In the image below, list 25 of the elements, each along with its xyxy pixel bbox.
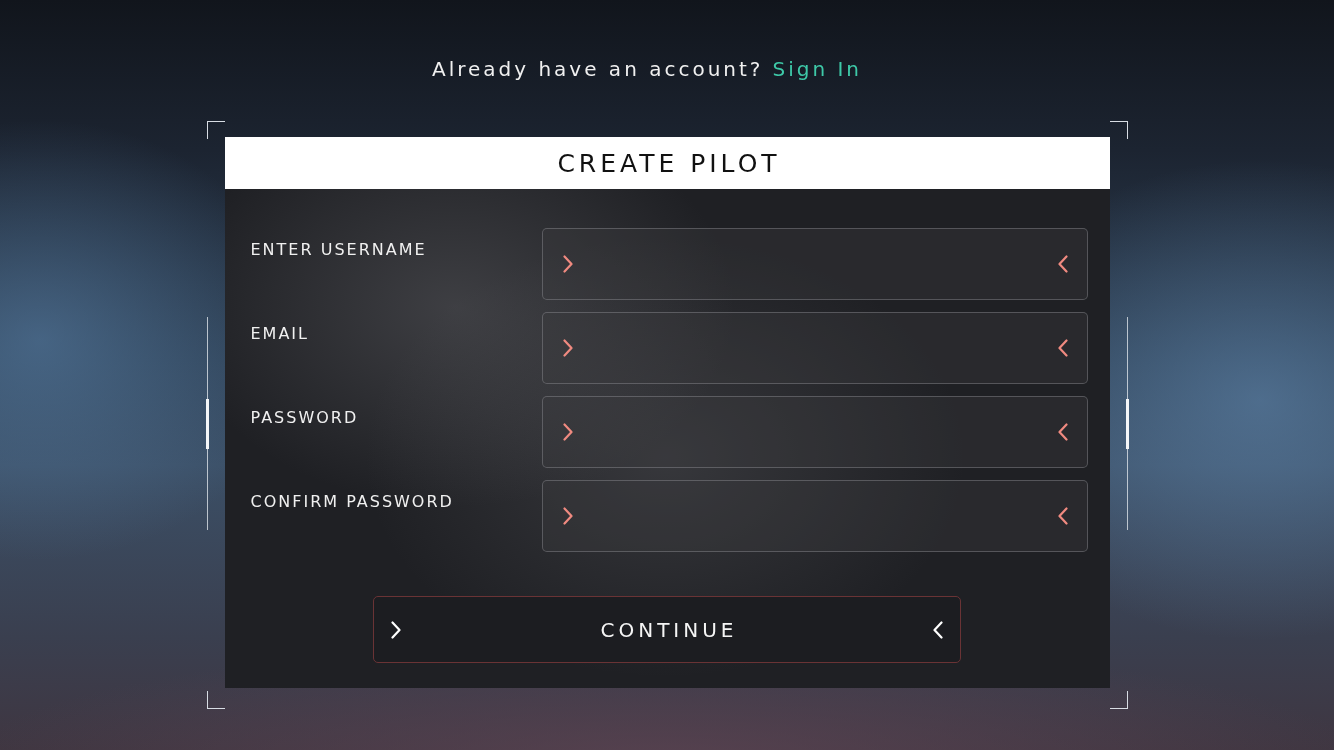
chevron-right-icon <box>391 620 401 639</box>
chevron-left-icon <box>1057 423 1068 441</box>
corner-bracket-icon <box>1109 691 1128 709</box>
chevron-right-icon <box>562 339 573 357</box>
chevron-left-icon <box>1057 507 1068 525</box>
account-prompt-text: Already have an account? <box>431 57 764 81</box>
field-label: CONFIRM PASSWORD <box>250 491 455 512</box>
chevron-left-icon <box>933 620 943 639</box>
sign-in-link[interactable]: Sign In <box>772 57 862 81</box>
chevron-right-icon <box>562 423 573 441</box>
input-field[interactable] <box>541 396 1088 468</box>
input-field[interactable] <box>541 228 1088 300</box>
corner-bracket-icon <box>206 121 225 139</box>
input-field[interactable] <box>541 480 1088 552</box>
field-label: PASSWORD <box>250 407 360 428</box>
input-field[interactable] <box>541 312 1088 384</box>
continue-button[interactable]: CONTINUE <box>373 596 961 663</box>
chevron-right-icon <box>562 507 573 525</box>
panel-title: CREATE PILOT <box>557 148 781 178</box>
field-label: ENTER USERNAME <box>250 239 428 260</box>
field-label: EMAIL <box>250 323 310 344</box>
corner-bracket-icon <box>206 691 225 709</box>
chevron-left-icon <box>1057 339 1068 357</box>
chevron-right-icon <box>562 255 573 273</box>
chevron-left-icon <box>1057 255 1068 273</box>
